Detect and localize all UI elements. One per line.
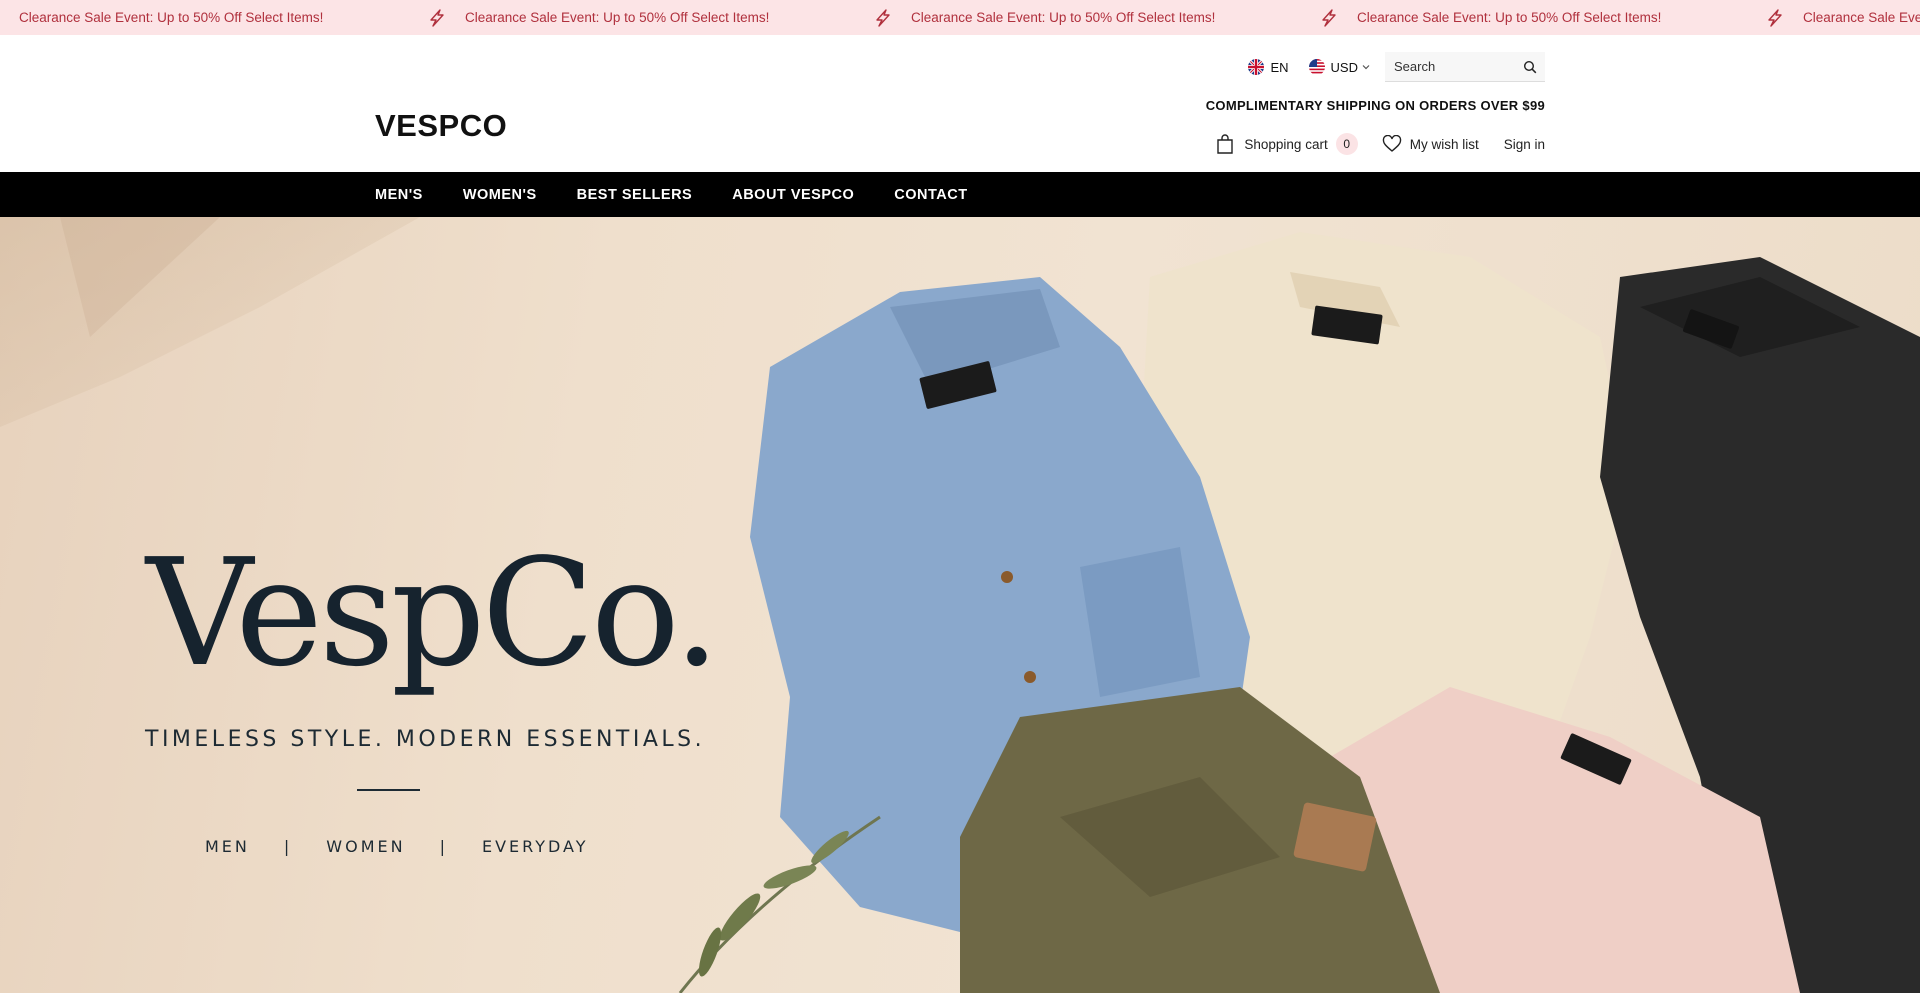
search-icon[interactable] [1523,60,1537,74]
promo-track: Clearance Sale Event: Up to 50% Off Sele… [0,0,1920,35]
hero-divider [357,789,420,791]
hero-category-everyday: EVERYDAY [481,837,589,856]
header-actions: Shopping cart 0 My wish list Sign in [1215,132,1545,156]
site-header: VESPCO EN USD Search COMPLIMENTARY SHIPP… [0,35,1920,172]
promo-item: Clearance Sale Event: Up to 50% Off Sele… [1320,8,1766,27]
promo-item: Clearance Sale Event: Up to 50% Off Sele… [428,8,874,27]
promo-text: Clearance Sale Event: Up to 50% Off Sele… [911,10,1216,25]
nav-item-contact[interactable]: CONTACT [894,187,967,203]
wishlist-label: My wish list [1409,136,1479,152]
promo-item: Clearance Sale Event: Up to 50% Off Sele… [1766,8,1920,27]
search-input[interactable] [1385,52,1545,81]
wishlist-link[interactable]: My wish list [1382,135,1479,153]
main-navigation: MEN'S WOMEN'S BEST SELLERS ABOUT VESPCO … [0,172,1920,217]
language-switcher[interactable]: EN [1248,59,1289,75]
hero-tagline: TIMELESS STYLE. MODERN ESSENTIALS. [145,727,706,752]
currency-switcher[interactable]: USD [1308,59,1371,75]
promo-text: Clearance Sale Event: Up to 50% Off Sele… [465,10,770,25]
us-flag-icon [1308,59,1325,75]
hero-banner[interactable]: VespCo. TIMELESS STYLE. MODERN ESSENTIAL… [0,217,1920,993]
header-utilities: EN USD [1248,52,1545,82]
promo-item: Clearance Sale Event: Up to 50% Off Sele… [0,9,428,27]
lightning-bolt-icon [428,8,446,27]
shipping-notice: COMPLIMENTARY SHIPPING ON ORDERS OVER $9… [1205,98,1545,113]
shopping-cart-link[interactable]: Shopping cart 0 [1215,133,1358,155]
uk-flag-icon [1248,59,1265,75]
hero-category-women: WOMEN [326,837,406,856]
shopping-cart-label: Shopping cart [1244,136,1328,152]
hero-categories: MEN | WOMEN | EVERYDAY [205,837,589,856]
shopping-bag-icon [1215,133,1235,155]
nav-item-best-sellers[interactable]: BEST SELLERS [577,187,693,203]
heart-icon [1382,135,1402,153]
nav-item-about[interactable]: ABOUT VESPCO [732,187,854,203]
nav-item-womens[interactable]: WOMEN'S [463,187,537,203]
promo-item: Clearance Sale Event: Up to 50% Off Sele… [874,8,1320,27]
lightning-bolt-icon [1320,8,1338,27]
promo-text: Clearance Sale Event: Up to 50% Off Sele… [19,10,324,25]
hero-brand-title: VespCo. [146,527,720,699]
promo-text: Clearance Sale Event: Up to 50% Off Sele… [1803,10,1920,25]
category-separator: | [283,837,293,856]
hero-category-men: MEN [205,837,250,856]
lightning-bolt-icon [874,8,892,27]
sign-in-link[interactable]: Sign in [1504,137,1545,152]
lightning-bolt-icon [1766,8,1784,27]
chevron-down-icon [1361,62,1371,72]
site-logo[interactable]: VESPCO [375,108,507,144]
search-box [1385,52,1545,82]
currency-label: USD [1330,59,1358,75]
category-separator: | [439,837,448,856]
nav-item-mens[interactable]: MEN'S [375,187,423,203]
promo-text: Clearance Sale Event: Up to 50% Off Sele… [1357,10,1662,25]
language-label: EN [1270,59,1289,75]
cart-count-badge: 0 [1335,133,1358,155]
promo-bar: Clearance Sale Event: Up to 50% Off Sele… [0,0,1920,35]
